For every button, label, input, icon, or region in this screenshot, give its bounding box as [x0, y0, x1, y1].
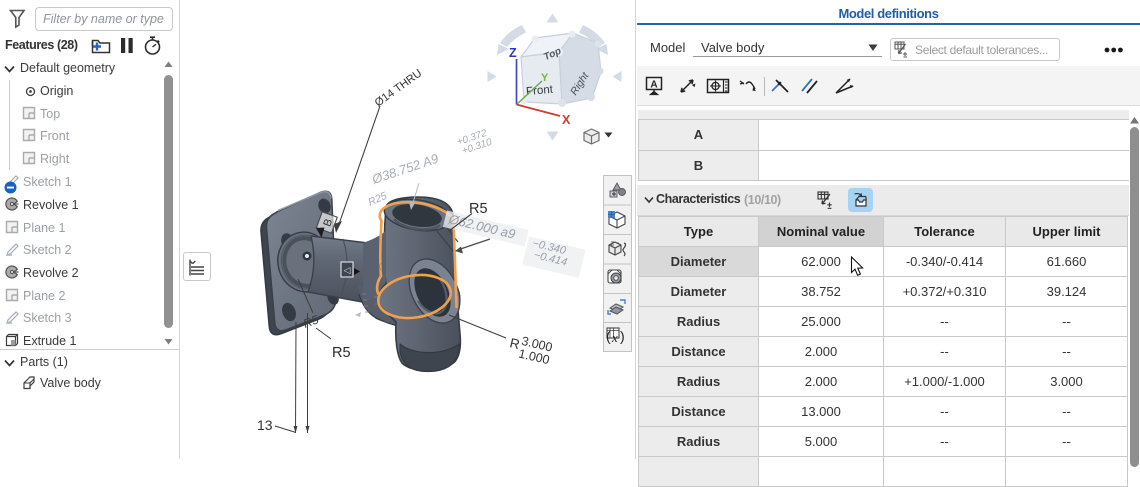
- svg-text:R5: R5: [469, 201, 488, 217]
- svg-text:Y: Y: [541, 72, 549, 84]
- svg-text:Front: Front: [526, 84, 555, 98]
- svg-text:(: (: [606, 328, 611, 344]
- svg-text:Ø38.752 A9: Ø38.752 A9: [369, 151, 440, 187]
- svg-text:x: x: [611, 330, 618, 345]
- svg-text:): ): [620, 328, 625, 344]
- svg-text:13: 13: [257, 417, 273, 433]
- svg-text:Z: Z: [509, 46, 517, 60]
- svg-text:A: A: [650, 80, 657, 91]
- svg-text:Ø14 THRU: Ø14 THRU: [373, 67, 425, 109]
- svg-text:R5: R5: [332, 345, 351, 361]
- svg-text:X: X: [562, 113, 571, 127]
- svg-text:◁: ◁: [344, 265, 351, 275]
